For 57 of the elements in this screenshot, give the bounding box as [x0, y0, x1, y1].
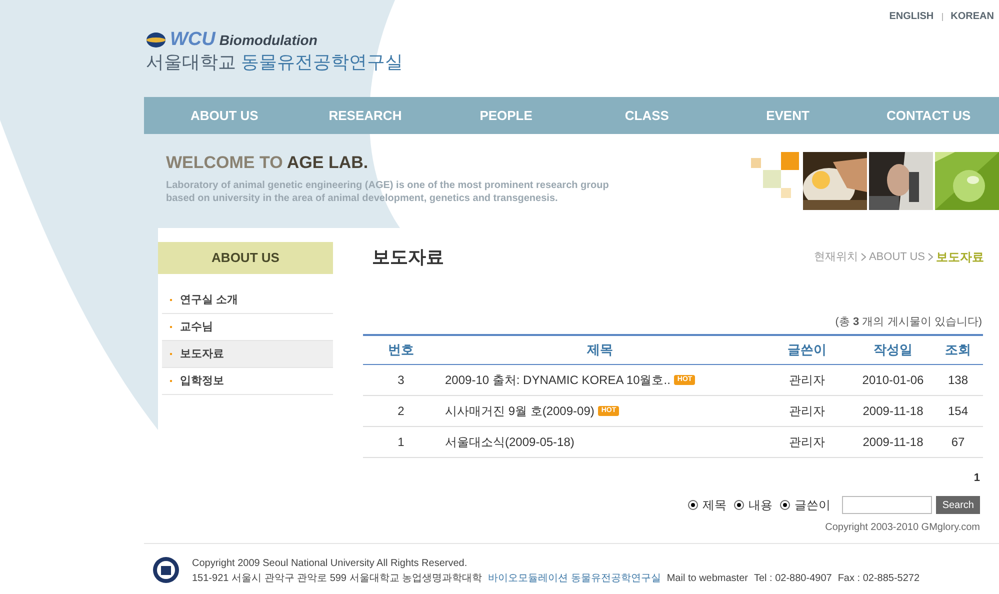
table-cell: 3 [363, 364, 439, 396]
table-cell: 2009-11-18 [853, 426, 933, 458]
search-button[interactable]: Search [936, 496, 980, 514]
table-cell: 관리자 [761, 396, 853, 426]
globe-icon [146, 32, 166, 48]
table-cell: 관리자 [761, 364, 853, 396]
squares-icon [751, 152, 801, 200]
copyright-text: Copyright 2009 Seoul National University All Rights Reserved. [192, 557, 468, 571]
radio-button[interactable] [780, 500, 790, 510]
table-cell: 138 [933, 364, 983, 396]
logo-subtitle: Biomodulation [219, 32, 318, 46]
sidebar-item[interactable]: 입학정보 [162, 368, 333, 395]
table-cell: 67 [933, 426, 983, 458]
table-cell: 2009-11-18 [853, 396, 933, 426]
table-cell: 2 [363, 396, 439, 426]
search-field[interactable] [842, 496, 932, 514]
table-cell: 1 [363, 426, 439, 458]
welcome-text: Laboratory of animal genetic engineering (AGE) is one of the most prominent research group based on university in the area of animal development, genetics and transgenesis. [166, 179, 610, 205]
university-name: 서울대학교 [146, 53, 236, 71]
brand-logo: WCU [170, 30, 216, 49]
table-cell: 관리자 [761, 426, 853, 458]
radio-button[interactable] [734, 500, 744, 510]
language-link[interactable]: KOREAN [950, 9, 994, 24]
table-cell: 154 [933, 396, 983, 426]
column-header: 글쓴이 [761, 334, 853, 364]
radio-label: 글쓴이 [794, 497, 830, 514]
page-title: 보도자료 [372, 246, 444, 268]
radio-label: 내용 [748, 497, 772, 514]
chevron-icon [860, 253, 866, 261]
mail-link[interactable]: Mail to webmaster [666, 571, 748, 586]
radio-button[interactable] [688, 500, 698, 510]
post-title-link[interactable]: 시사매거진 9월 호(2009-09) [445, 402, 594, 420]
university-emblem-icon [152, 556, 180, 584]
current-page-text: 보도자료 [936, 249, 984, 266]
page-link[interactable]: 1 [974, 470, 980, 486]
lab-link[interactable]: 바이오모듈레이션 동물유전공학연구실 [488, 571, 661, 586]
lab-name: 동물유전공학연구실 [241, 53, 403, 71]
board-copyright: Copyright 2003-2010 GMglory.com [825, 521, 980, 535]
column-header: 조회 [933, 334, 983, 364]
language-link[interactable]: ENGLISH [889, 9, 934, 24]
table-cell: 2010-01-06 [853, 364, 933, 396]
sidebar-title: ABOUT US [158, 242, 333, 274]
welcome-title: WELCOME TO [166, 153, 283, 172]
sidebar-item[interactable]: 연구실 소개 [162, 287, 333, 314]
column-header: 번호 [363, 334, 439, 364]
post-title-link[interactable]: 서울대소식(2009-05-18) [445, 433, 574, 451]
lab-title: AGE LAB. [286, 153, 368, 172]
column-header: 제목 [439, 334, 761, 364]
phone-text: Tel : 02-880-4907 [754, 572, 832, 586]
chevron-icon [928, 253, 933, 261]
post-count: (총 3 개의 게시물이 있습니다) [835, 315, 982, 330]
radio-label: 제목 [702, 497, 726, 514]
sidebar-item[interactable]: 보도자료 [162, 341, 333, 368]
fax-text: Fax : 02-885-5272 [838, 572, 920, 586]
post-title-link[interactable]: 2009-10 출처: DYNAMIC KOREA 10월호.. [445, 371, 670, 389]
address-text: 151-921 서울시 관악구 관악로 599 서울대학교 농업생명과학대학 [192, 572, 482, 586]
column-header: 작성일 [853, 334, 933, 364]
